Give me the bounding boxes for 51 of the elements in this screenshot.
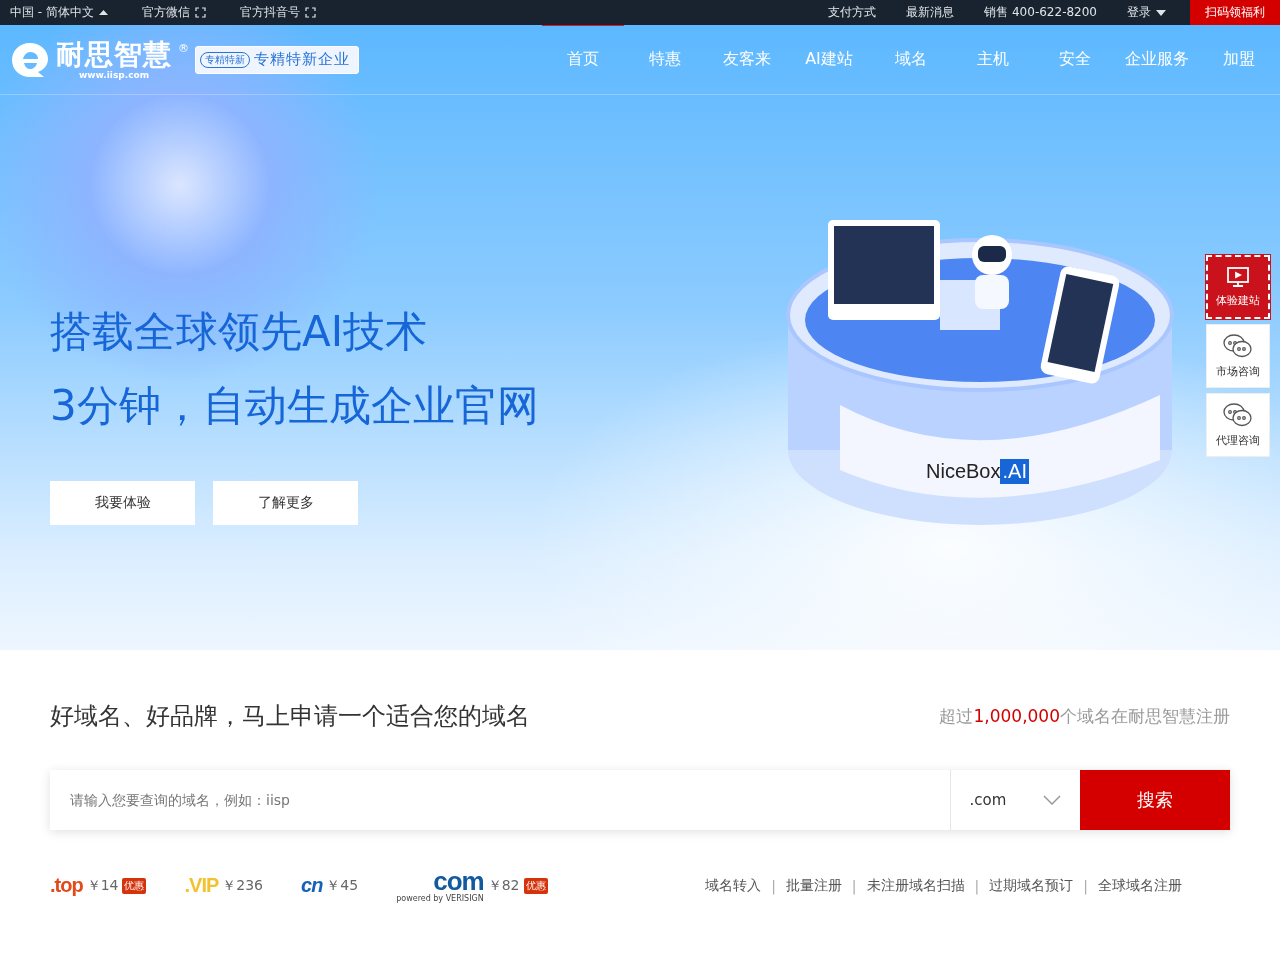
hero-button[interactable]: 我要体验 (50, 481, 195, 525)
hero-button[interactable]: 了解更多 (213, 481, 358, 525)
top-bar-link[interactable]: 最新消息 (906, 4, 955, 21)
top-bar-link[interactable]: 登录 (1127, 4, 1166, 21)
hero-subline: 3分钟，自动生成企业官网 (50, 380, 539, 432)
logo-url: www.iisp.com (78, 69, 150, 80)
domain-service-link[interactable]: 全球域名注册 (1098, 876, 1182, 895)
domain-price: ￥236 (222, 876, 263, 895)
product-name: NiceBox.AI (926, 459, 1029, 484)
domain-service-link[interactable]: 域名转入 (705, 876, 762, 895)
hero-headline: 搭载全球领先AI技术 (50, 306, 429, 358)
discount-tag: 优惠 (122, 877, 147, 894)
scan-icon (194, 7, 206, 18)
domain-price: ￥82 (487, 876, 520, 895)
domain-price: ￥45 (326, 876, 359, 895)
domain-section-title: 好域名、好品牌，马上申请一个适合您的域名 (50, 701, 530, 732)
chat-bubbles-icon (1223, 402, 1253, 428)
domain-logo: com powered by VERISIGN (396, 868, 484, 903)
side-dock-button[interactable]: 体验建站 (1206, 255, 1270, 319)
registered-mark: ® (178, 41, 189, 55)
domain-logo: cn (301, 874, 323, 897)
domain-price: ￥14 (86, 876, 119, 895)
discount-tag: 优惠 (523, 877, 548, 894)
domain-logo: .VIP (184, 874, 219, 897)
chat-bubbles-icon (1223, 333, 1253, 359)
top-bar-link[interactable]: 官方微信 (141, 4, 206, 21)
domain-logo: .top (50, 874, 83, 897)
domain-service-link[interactable]: 未注册域名扫描 (866, 876, 965, 895)
top-bar-link[interactable]: 中国 - 简体中文 (10, 4, 108, 21)
logo-name: 耐思智慧 (56, 39, 172, 70)
side-dock-button[interactable]: 代理咨询 (1206, 393, 1270, 457)
search-button[interactable]: 搜索 (1080, 770, 1230, 830)
link-separator: | (771, 877, 776, 894)
top-bar-link[interactable]: 支付方式 (828, 4, 877, 21)
domain-search-field[interactable]: 请输入您要查询的域名，例如：iisp (50, 770, 950, 830)
chevron-down-icon (1043, 795, 1062, 805)
link-separator: | (974, 877, 980, 894)
domain-service-link[interactable]: 过期域名预订 (989, 876, 1074, 895)
caret-icon (98, 10, 108, 15)
monitor-icon (1226, 266, 1250, 288)
side-dock-button[interactable]: 市场咨询 (1206, 324, 1270, 388)
scan-icon (304, 7, 316, 18)
badge-label: 专精特新企业 (254, 50, 350, 69)
caret-icon (1156, 9, 1166, 16)
link-separator: | (1083, 877, 1088, 894)
top-bar-link[interactable]: 官方抖音号 (239, 4, 316, 21)
promo-button[interactable]: 扫码领福利 (1190, 0, 1280, 25)
registration-stat: 超过1,000,000个域名在耐思智慧注册 (939, 704, 1230, 728)
top-bar-link[interactable]: 销售 400-622-8200 (984, 4, 1097, 21)
domain-service-link[interactable]: 批量注册 (785, 876, 842, 895)
link-separator: | (851, 877, 857, 894)
